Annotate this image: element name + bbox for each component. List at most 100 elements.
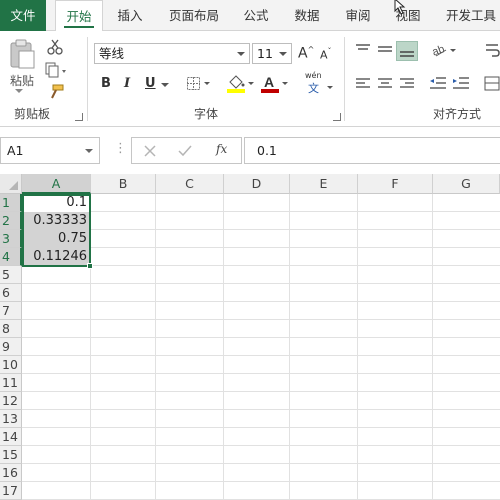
- column-header-g[interactable]: G: [433, 174, 500, 194]
- row-gridline: [22, 283, 500, 284]
- align-left-icon[interactable]: [355, 77, 371, 91]
- group-divider: [87, 37, 88, 121]
- chevron-down-icon: [279, 52, 287, 56]
- underline-dropdown-icon[interactable]: [161, 83, 169, 87]
- row-header-9[interactable]: 9: [0, 338, 22, 356]
- row-header-6[interactable]: 6: [0, 284, 22, 302]
- align-center-icon[interactable]: [377, 77, 393, 91]
- shrink-font-label: A: [320, 48, 328, 62]
- row-gridline: [22, 373, 500, 374]
- ribbon: 粘贴 剪贴板 等线 11 A^ Aˇ B I U A wén 文 字体 ab 对…: [0, 31, 500, 127]
- font-size-combo[interactable]: 11: [252, 43, 292, 64]
- row-header-7[interactable]: 7: [0, 302, 22, 320]
- column-header-e[interactable]: E: [290, 174, 358, 194]
- row-gridline: [22, 445, 500, 446]
- row-header-12[interactable]: 12: [0, 392, 22, 410]
- row-header-16[interactable]: 16: [0, 464, 22, 482]
- column-header-f[interactable]: F: [358, 174, 433, 194]
- top-align-icon[interactable]: [355, 43, 371, 57]
- row-header-2[interactable]: 2: [0, 212, 22, 230]
- paste-button[interactable]: [8, 39, 36, 72]
- insert-function-button[interactable]: fx: [216, 142, 227, 156]
- row-header-4[interactable]: 4: [0, 248, 22, 266]
- column-gridline: [357, 194, 358, 500]
- name-box[interactable]: A1: [0, 137, 100, 164]
- merge-center-icon[interactable]: [484, 76, 500, 92]
- column-header-b[interactable]: B: [91, 174, 156, 194]
- fill-handle[interactable]: [87, 263, 93, 269]
- caret-down-icon: ˇ: [327, 47, 332, 56]
- row-header-5[interactable]: 5: [0, 266, 22, 284]
- bottom-align-icon: [400, 51, 414, 57]
- cancel-icon[interactable]: [144, 145, 156, 157]
- phonetic-guide-label: wén: [305, 71, 322, 80]
- row-gridline: [22, 319, 500, 320]
- row-header-10[interactable]: 10: [0, 356, 22, 374]
- copy-icon[interactable]: [45, 62, 69, 78]
- paste-label[interactable]: 粘贴: [10, 72, 34, 89]
- decrease-font-size-button[interactable]: Aˇ: [320, 47, 332, 62]
- formula-input[interactable]: 0.1: [244, 137, 500, 164]
- tab-review[interactable]: 审阅: [340, 0, 376, 31]
- decrease-indent-icon[interactable]: [429, 76, 447, 92]
- worksheet-grid[interactable]: A B C D E F G 12345678910111213141516171…: [0, 174, 500, 500]
- row-header-11[interactable]: 11: [0, 374, 22, 392]
- enter-icon[interactable]: [178, 145, 192, 157]
- tab-formulas[interactable]: 公式: [238, 0, 274, 31]
- tab-data[interactable]: 数据: [289, 0, 325, 31]
- row-header-8[interactable]: 8: [0, 320, 22, 338]
- row-header-13[interactable]: 13: [0, 410, 22, 428]
- underline-button[interactable]: U: [145, 76, 156, 91]
- grow-font-label: A: [298, 45, 308, 62]
- format-painter-icon[interactable]: [47, 84, 65, 100]
- tab-insert[interactable]: 插入: [112, 0, 148, 31]
- italic-button[interactable]: I: [124, 76, 130, 91]
- font-color-icon[interactable]: A: [260, 73, 290, 95]
- row-header-17[interactable]: 17: [0, 482, 22, 500]
- tab-file[interactable]: 文件: [0, 0, 46, 31]
- row-header-3[interactable]: 3: [0, 230, 22, 248]
- column-header-c[interactable]: C: [156, 174, 224, 194]
- name-box-value: A1: [7, 143, 24, 158]
- font-name-combo[interactable]: 等线: [94, 43, 250, 64]
- font-name-value: 等线: [99, 46, 125, 61]
- row-gridline: [22, 211, 500, 212]
- selection-border: [22, 194, 91, 267]
- clipboard-group-label: 剪贴板: [14, 107, 51, 121]
- middle-align-icon[interactable]: [377, 43, 393, 57]
- increase-font-size-button[interactable]: A^: [298, 45, 314, 62]
- caret-up-icon: ^: [307, 45, 315, 54]
- font-dialog-launcher[interactable]: [333, 113, 341, 121]
- formula-bar-handle-icon[interactable]: ⋮: [114, 142, 127, 156]
- column-header-a[interactable]: A: [22, 174, 91, 194]
- align-right-icon[interactable]: [399, 77, 415, 91]
- tab-page-layout[interactable]: 页面布局: [160, 0, 228, 31]
- bold-button[interactable]: B: [101, 76, 111, 91]
- wrap-text-icon[interactable]: [484, 41, 500, 59]
- column-gridline: [223, 194, 224, 500]
- row-header-15[interactable]: 15: [0, 446, 22, 464]
- column-gridline: [155, 194, 156, 500]
- svg-text:A: A: [264, 74, 274, 90]
- tab-home[interactable]: 开始: [55, 0, 103, 32]
- paste-dropdown-arrow[interactable]: [15, 89, 23, 93]
- phonetic-guide-icon[interactable]: 文: [305, 80, 335, 96]
- row-gridline: [22, 391, 500, 392]
- cut-icon[interactable]: [47, 39, 63, 55]
- row-gridline: [22, 409, 500, 410]
- mouse-pointer-icon: [394, 0, 406, 15]
- bottom-align-button[interactable]: [396, 41, 418, 61]
- font-group-label: 字体: [194, 107, 219, 121]
- borders-icon[interactable]: [186, 76, 212, 92]
- tab-developer[interactable]: 开发工具: [442, 0, 500, 31]
- row-header-14[interactable]: 14: [0, 428, 22, 446]
- increase-indent-icon[interactable]: [452, 76, 470, 92]
- fill-color-icon[interactable]: [226, 73, 256, 95]
- row-gridline: [22, 355, 500, 356]
- row-header-1[interactable]: 1: [0, 194, 22, 212]
- row-gridline: [22, 247, 500, 248]
- column-header-d[interactable]: D: [224, 174, 290, 194]
- select-all-button[interactable]: [0, 174, 22, 194]
- orientation-icon[interactable]: ab: [430, 41, 458, 59]
- clipboard-dialog-launcher[interactable]: [75, 113, 83, 121]
